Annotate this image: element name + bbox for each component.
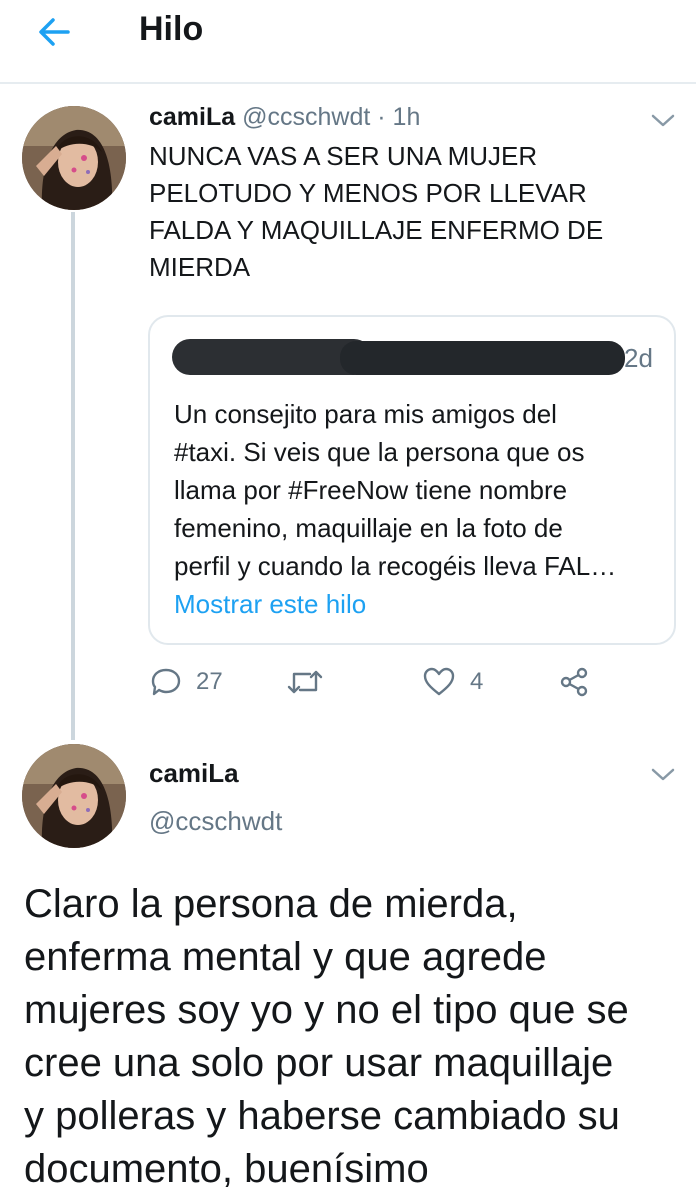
heart-icon (423, 667, 455, 696)
retweet-icon (287, 670, 323, 694)
tweet-text: Claro la persona de mierda, enferma ment… (24, 882, 629, 1191)
avatar[interactable] (22, 106, 126, 210)
reply-icon (151, 668, 181, 696)
avatar-photo (22, 744, 126, 848)
reply-count: 27 (196, 668, 223, 695)
tweet-text: NUNCA VAS A SER UNA MUJER PELOTUDO Y MEN… (149, 141, 604, 282)
page-title: Hilo (139, 10, 204, 48)
chevron-down-icon[interactable] (650, 766, 676, 784)
tweet-time[interactable]: 1h (393, 103, 421, 131)
avatar[interactable] (22, 744, 126, 848)
reply-button[interactable]: 27 (150, 662, 223, 702)
retweet-button[interactable] (286, 662, 324, 702)
tweet-header: camiLa @ccschwdt · 1h (149, 103, 420, 132)
like-button[interactable]: 4 (422, 662, 483, 702)
user-handle[interactable]: @ccschwdt (242, 103, 370, 131)
like-count: 4 (470, 668, 484, 695)
share-button[interactable] (558, 662, 590, 702)
avatar-photo (22, 106, 126, 210)
separator-dot: · (377, 103, 386, 131)
quoted-tweet-text: Un consejito para mis amigos del #taxi. … (174, 399, 617, 581)
arrow-left-icon (39, 18, 70, 46)
redacted-author (340, 341, 625, 375)
top-bar: Hilo (0, 0, 696, 84)
user-handle[interactable]: @ccschwdt (149, 806, 282, 837)
show-thread-link[interactable]: Mostrar este hilo (174, 589, 366, 620)
quoted-tweet-time: 2d (624, 343, 653, 373)
thread-connector (71, 212, 75, 740)
chevron-down-icon[interactable] (650, 112, 676, 130)
display-name[interactable]: camiLa (149, 103, 235, 131)
display-name[interactable]: camiLa (149, 758, 239, 789)
share-icon (560, 667, 588, 697)
quoted-tweet-card[interactable]: 2d Un consejito para mis amigos del #tax… (148, 315, 676, 645)
back-button[interactable] (34, 14, 74, 50)
